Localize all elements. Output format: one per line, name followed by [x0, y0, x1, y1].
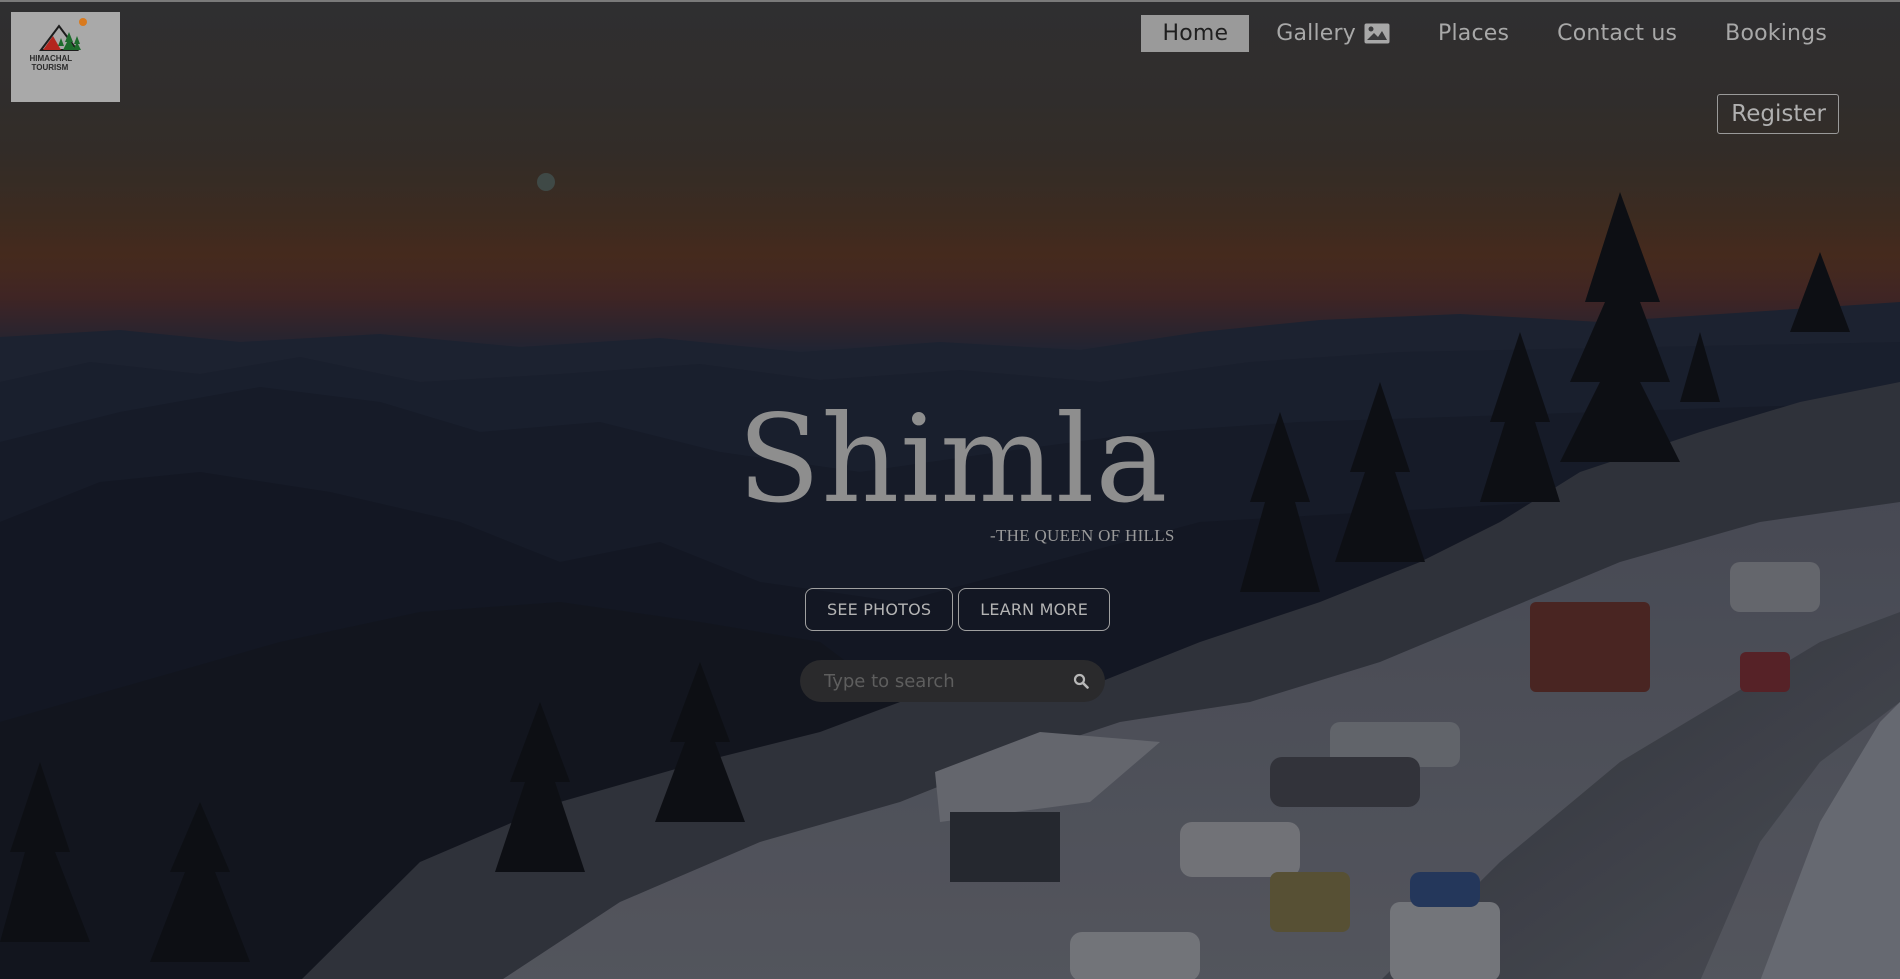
register-button[interactable]: Register: [1717, 94, 1839, 134]
search-input[interactable]: [822, 669, 1073, 693]
see-photos-button[interactable]: SEE PHOTOS: [805, 588, 954, 631]
nav-item-places[interactable]: Places: [1417, 15, 1530, 52]
logo-text-line1: HIMACHAL: [29, 54, 73, 63]
search-icon[interactable]: [1073, 673, 1089, 689]
nav-item-bookings[interactable]: Bookings: [1704, 15, 1848, 52]
nav-item-label: Home: [1162, 21, 1229, 46]
logo-text-line2: TOURISM: [31, 63, 69, 72]
search-bar: [800, 660, 1105, 702]
nav-item-home[interactable]: Home: [1141, 15, 1250, 52]
nav-item-label: Bookings: [1725, 21, 1827, 46]
hero-subtitle: -THE QUEEN OF HILLS: [990, 526, 1175, 545]
nav-item-contact-us[interactable]: Contact us: [1536, 15, 1698, 52]
logo-mountain-icon: [38, 18, 87, 51]
main-nav: Home Gallery Places Contact us Bookings: [1135, 15, 1848, 52]
nav-item-label: Gallery: [1276, 21, 1356, 46]
nav-item-gallery[interactable]: Gallery: [1255, 15, 1411, 52]
logo-text: HIMACHAL TOURISM: [30, 54, 90, 72]
page: HIMACHAL TOURISM Home Gallery Places Con…: [0, 0, 1900, 979]
nav-item-label: Places: [1438, 21, 1510, 46]
hero-title: Shimla: [737, 389, 1169, 530]
nav-item-label: Contact us: [1557, 21, 1678, 46]
image-icon: [1364, 23, 1390, 44]
hero-buttons: SEE PHOTOS LEARN MORE: [805, 588, 1111, 631]
learn-more-button[interactable]: LEARN MORE: [958, 588, 1111, 631]
himachal-tourism-logo[interactable]: HIMACHAL TOURISM: [11, 12, 120, 102]
